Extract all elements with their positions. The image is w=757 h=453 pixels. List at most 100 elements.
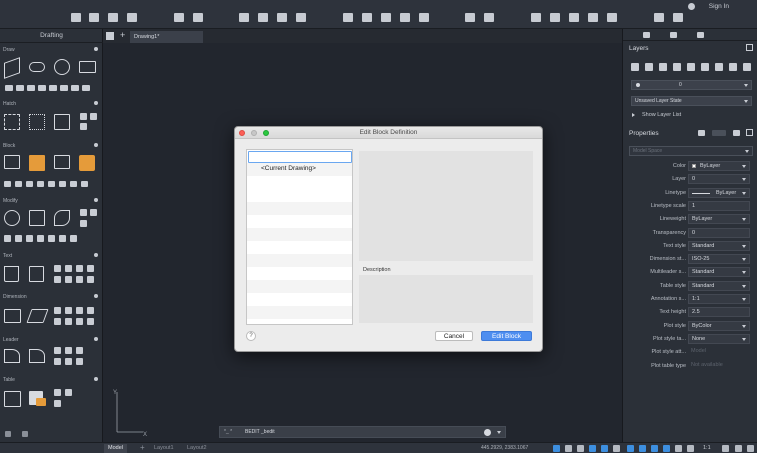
rectangle-tool-icon[interactable] xyxy=(79,61,96,73)
xref-tab-icon[interactable] xyxy=(697,32,704,38)
linear-dimension-icon[interactable] xyxy=(4,309,21,323)
list-item[interactable]: <Current Drawing> xyxy=(247,163,352,176)
insert-icon[interactable] xyxy=(400,13,410,22)
add-leader-icon[interactable] xyxy=(54,347,61,354)
polygon-tool-icon[interactable] xyxy=(38,85,46,91)
layer-match-icon[interactable] xyxy=(550,13,560,22)
collect-leader-icon[interactable] xyxy=(54,358,61,365)
layer-unlock-icon[interactable] xyxy=(729,63,737,71)
palette-options-icon[interactable] xyxy=(22,431,28,437)
layer-states-icon[interactable] xyxy=(673,13,683,22)
undo-icon[interactable] xyxy=(174,13,184,22)
layer-off-icon[interactable] xyxy=(687,63,695,71)
selection-cycling-icon[interactable] xyxy=(663,445,670,452)
current-layer-dropdown[interactable]: 0 xyxy=(631,80,752,90)
pan-hand-icon[interactable] xyxy=(484,13,494,22)
property-value[interactable]: ByColor xyxy=(688,320,750,331)
edit-block-button[interactable]: Edit Block xyxy=(481,331,532,341)
section-leader-menu-icon[interactable] xyxy=(94,337,98,341)
explode-tool-icon[interactable] xyxy=(59,235,66,242)
angular-dimension-icon[interactable] xyxy=(54,307,61,314)
baseline-dimension-icon[interactable] xyxy=(87,307,94,314)
transparency-toggle-icon[interactable] xyxy=(651,445,658,452)
wipeout-tool-icon[interactable] xyxy=(90,113,97,120)
section-hatch-menu-icon[interactable] xyxy=(94,101,98,105)
section-modify-header[interactable]: Modify xyxy=(3,198,18,204)
section-dimension-menu-icon[interactable] xyxy=(94,294,98,298)
field-icon[interactable] xyxy=(76,276,83,283)
offset-tool-icon[interactable] xyxy=(80,220,87,227)
xline-tool-icon[interactable] xyxy=(71,85,79,91)
polar-toggle-icon[interactable] xyxy=(589,445,596,452)
attribute-edit-icon[interactable] xyxy=(15,181,22,187)
polyline-tool-icon[interactable] xyxy=(29,62,45,72)
section-leader-header[interactable]: Leader xyxy=(3,337,19,343)
quick-select-icon[interactable] xyxy=(698,130,705,136)
data-link-icon[interactable] xyxy=(36,398,46,406)
base-point-icon[interactable] xyxy=(37,181,44,187)
workspace-icon[interactable] xyxy=(722,445,729,452)
property-value[interactable]: ByLayer xyxy=(688,214,750,225)
multileader-icon[interactable] xyxy=(4,349,20,363)
find-text-icon[interactable] xyxy=(65,265,72,272)
block-editor-icon[interactable] xyxy=(48,181,55,187)
property-value[interactable]: Standard xyxy=(688,267,750,278)
add-palette-icon[interactable] xyxy=(5,431,11,437)
center-mark-icon[interactable] xyxy=(87,318,94,325)
sync-attributes-icon[interactable] xyxy=(59,181,66,187)
fullscreen-icon[interactable] xyxy=(747,445,754,452)
property-value[interactable]: ISO-25 xyxy=(688,254,750,265)
otrack-toggle-icon[interactable] xyxy=(613,445,620,452)
rotate-tool-icon[interactable] xyxy=(29,210,45,226)
property-value[interactable]: 0 xyxy=(688,227,750,238)
section-draw-header[interactable]: Draw xyxy=(3,47,15,53)
block-icon[interactable] xyxy=(381,13,391,22)
tab-drawing1[interactable]: Drawing1* xyxy=(130,31,203,43)
table-insert-column-icon[interactable] xyxy=(65,389,72,396)
delete-layer-icon[interactable] xyxy=(659,63,667,71)
diameter-dimension-icon[interactable] xyxy=(76,307,83,314)
properties-popout-icon[interactable] xyxy=(746,129,753,136)
property-value[interactable]: 1 xyxy=(688,200,750,211)
table-merge-icon[interactable] xyxy=(54,400,61,407)
save-as-icon[interactable] xyxy=(127,13,137,22)
annotation-visibility-icon[interactable] xyxy=(675,445,682,452)
selection-toggle-icon[interactable] xyxy=(712,130,726,136)
layer-tool-icon[interactable] xyxy=(531,13,541,22)
stretch-tool-icon[interactable] xyxy=(4,235,11,242)
layer-merge-icon[interactable] xyxy=(743,63,751,71)
text-edit-icon[interactable] xyxy=(87,276,94,283)
annotation-autoscale-icon[interactable] xyxy=(687,445,694,452)
radius-dimension-icon[interactable] xyxy=(65,307,72,314)
block-name-input[interactable] xyxy=(248,151,352,163)
revcloud-tool-icon[interactable] xyxy=(60,85,68,91)
layer-properties-icon[interactable] xyxy=(654,13,664,22)
ray-tool-icon[interactable] xyxy=(82,85,90,91)
leader-icon[interactable] xyxy=(29,349,45,363)
copy-icon[interactable] xyxy=(277,13,287,22)
table-tool-icon[interactable] xyxy=(4,391,21,407)
ordinate-dimension-icon[interactable] xyxy=(65,318,72,325)
section-text-header[interactable]: Text xyxy=(3,253,12,259)
arc-tool-icon[interactable] xyxy=(5,85,13,91)
text-style-icon[interactable] xyxy=(54,265,61,272)
edit-block-icon[interactable] xyxy=(54,155,70,169)
tolerance-icon[interactable] xyxy=(76,318,83,325)
attribute-manager-icon[interactable] xyxy=(26,181,33,187)
select-objects-icon[interactable] xyxy=(733,130,740,136)
mirror-tool-icon[interactable] xyxy=(90,209,97,216)
paste-icon[interactable] xyxy=(296,13,306,22)
property-value[interactable]: ByLayer xyxy=(688,161,750,171)
region-tool-icon[interactable] xyxy=(80,113,87,120)
layer-previous-icon[interactable] xyxy=(569,13,579,22)
layer-isolate-icon[interactable] xyxy=(588,13,598,22)
new-file-icon[interactable] xyxy=(71,13,81,22)
redo-icon[interactable] xyxy=(193,13,203,22)
insert-block-icon[interactable] xyxy=(4,155,20,169)
chamfer-tool-icon[interactable] xyxy=(48,235,55,242)
section-block-menu-icon[interactable] xyxy=(94,143,98,147)
layer-freeze-icon[interactable] xyxy=(607,13,617,22)
create-block-icon[interactable] xyxy=(29,155,45,171)
edit-hatch-icon[interactable] xyxy=(80,123,87,130)
point-tool-icon[interactable] xyxy=(49,85,57,91)
